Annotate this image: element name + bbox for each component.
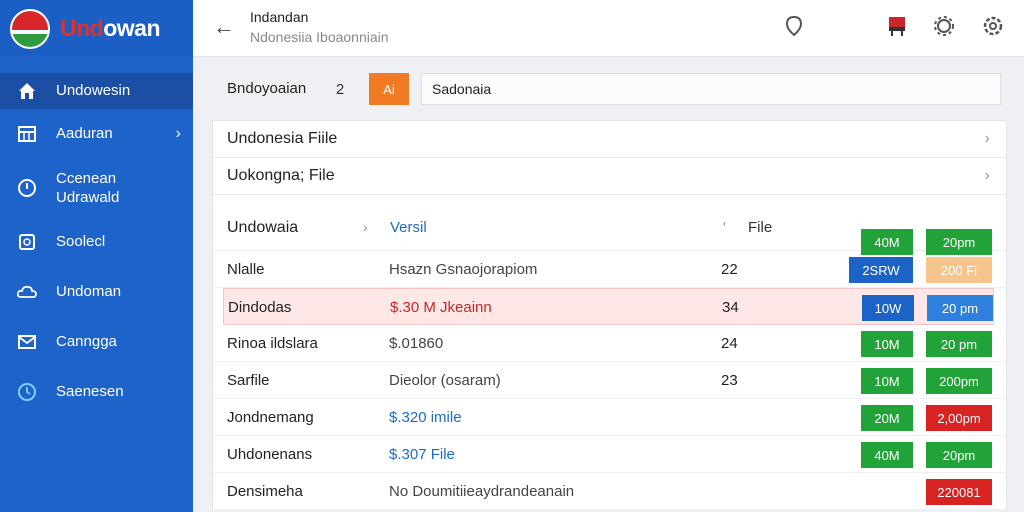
size-badge[interactable]: 10M [861, 331, 913, 357]
location-icon[interactable] [782, 14, 806, 38]
page-title: Indandan [250, 9, 309, 25]
sidebar-nav: Undowesin Aaduran › Ccenean Udrawald Soo… [0, 73, 193, 417]
sidebar-item-label: Undowesin [56, 82, 131, 100]
info-icon [16, 177, 38, 199]
square-icon [16, 231, 38, 253]
time-badge[interactable]: 220081 [926, 479, 992, 505]
filter-button[interactable]: Ai [369, 73, 409, 105]
back-arrow-icon[interactable]: ← [213, 14, 235, 40]
row-name: Rinoa ildslara [227, 335, 318, 352]
sidebar-item-aaduran[interactable]: Aaduran › [0, 109, 193, 159]
row-description: $.320 imile [389, 409, 462, 426]
file-row[interactable]: Uokongna; File › [213, 158, 1006, 195]
column-file[interactable]: File [748, 219, 772, 236]
filter-count[interactable]: 2 [324, 74, 356, 104]
sidebar-item-label: Soolecl [56, 233, 106, 251]
brand-name: Undowan [60, 15, 160, 41]
row-description: $.01860 [389, 335, 444, 352]
time-badge[interactable]: 200 Fi [926, 257, 992, 283]
sidebar-item-label: Ccenean Udrawald [56, 169, 120, 207]
column-name[interactable]: Undowaia [227, 219, 298, 237]
page-subtitle: Ndonesiia Iboaonniain [250, 29, 389, 45]
chevron-right-icon: › [984, 167, 990, 184]
chevron-right-icon: › [175, 125, 181, 142]
gear-icon[interactable] [932, 14, 956, 38]
row-name: Jondnemang [227, 409, 314, 426]
file-row-label: Uokongna; File [227, 167, 335, 184]
filter-bar: Bndoyoaian 2 Ai Sadonaia [193, 70, 1024, 108]
grid-icon [16, 123, 38, 145]
sidebar-item-label: Canngga [56, 333, 117, 351]
flag-icon[interactable] [885, 14, 909, 38]
size-badge[interactable]: 2SRW [849, 257, 913, 283]
column-version[interactable]: Versil [390, 219, 427, 236]
size-badge[interactable]: 10M [861, 368, 913, 394]
row-description: $.30 M Jkeainn [390, 299, 492, 316]
sidebar-item-label: Aaduran [56, 125, 113, 143]
sidebar-item-saenesen[interactable]: Saenesen [0, 367, 193, 417]
content-panel: Undonesia Fiile › Uokongna; File › Undow… [212, 120, 1007, 510]
table-row[interactable]: Rinoa ildslara $.01860 24 10M 20 pm [213, 325, 1006, 362]
sidebar-item-canngga[interactable]: Canngga [0, 317, 193, 367]
brand[interactable]: Undowan [0, 0, 193, 57]
sidebar: Undowan Undowesin Aaduran › Ccenean Udra… [0, 0, 193, 512]
home-icon [16, 80, 38, 102]
size-badge[interactable]: 20M [861, 405, 913, 431]
time-badge[interactable]: 20 pm [927, 295, 993, 321]
filter-input[interactable]: Sadonaia [421, 73, 1001, 105]
row-count: 22 [721, 261, 738, 278]
row-description: Dieolor (osaram) [389, 372, 501, 389]
sidebar-item-home[interactable]: Undowesin [0, 73, 193, 109]
table-row[interactable]: Sarfile Dieolor (osaram) 23 10M 200pm [213, 362, 1006, 399]
sidebar-item-ccenean[interactable]: Ccenean Udrawald [0, 159, 193, 217]
size-badge[interactable]: 10W [862, 295, 914, 321]
time-badge[interactable]: 20pm [926, 442, 992, 468]
chevron-right-icon: › [984, 130, 990, 147]
table-row[interactable]: Nlalle Hsazn Gsnaojorapiom 22 2SRW 200 Fi [213, 251, 1006, 288]
cloud-icon [16, 281, 38, 303]
mail-icon [16, 331, 38, 353]
row-name: Uhdonenans [227, 446, 313, 463]
table-row[interactable]: Dindodas $.30 M Jkeainn 34 10W 20 pm [223, 288, 994, 325]
time-badge[interactable]: 2,00pm [926, 405, 992, 431]
filter-label: Bndoyoaian [227, 80, 307, 97]
row-name: Sarfile [227, 372, 270, 389]
file-row-label: Undonesia Fiile [227, 130, 338, 147]
table-row[interactable]: Jondnemang $.320 imile 20M 2,00pm [213, 399, 1006, 436]
row-name: Dindodas [228, 299, 292, 316]
row-count: 23 [721, 372, 738, 389]
chevron-right-icon: › [363, 219, 368, 235]
clock-icon [16, 381, 38, 403]
row-count: 34 [722, 299, 739, 316]
time-badge[interactable]: 20 pm [926, 331, 992, 357]
sidebar-item-soolecl[interactable]: Soolecl [0, 217, 193, 267]
flag-circle-logo [10, 8, 50, 49]
row-count: 24 [721, 335, 738, 352]
tick-mark: ' [723, 219, 726, 235]
row-name: Densimeha [227, 483, 303, 500]
file-row[interactable]: Undonesia Fiile › [213, 121, 1006, 158]
top-bar: ← Indandan Ndonesiia Iboaonniain [193, 0, 1024, 57]
row-description: $.307 File [389, 446, 455, 463]
sidebar-item-label: Saenesen [56, 383, 124, 401]
row-name: Nlalle [227, 261, 265, 278]
sidebar-item-label: Undoman [56, 283, 122, 301]
table-row[interactable]: Densimeha No Doumitiieaydrandeanain 220081 [213, 473, 1006, 510]
time-badge[interactable]: 200pm [926, 368, 992, 394]
sidebar-item-undoman[interactable]: Undoman [0, 267, 193, 317]
table-header: Undowaia › Versil ' File 40M 20pm [213, 195, 1006, 255]
settings-icon[interactable] [981, 14, 1005, 38]
row-description: Hsazn Gsnaojorapiom [389, 261, 538, 278]
row-description: No Doumitiieaydrandeanain [389, 483, 575, 500]
table-row[interactable]: Uhdonenans $.307 File 40M 20pm [213, 436, 1006, 473]
table-body: Nlalle Hsazn Gsnaojorapiom 22 2SRW 200 Fi Din… [213, 251, 1006, 510]
size-badge[interactable]: 40M [861, 442, 913, 468]
